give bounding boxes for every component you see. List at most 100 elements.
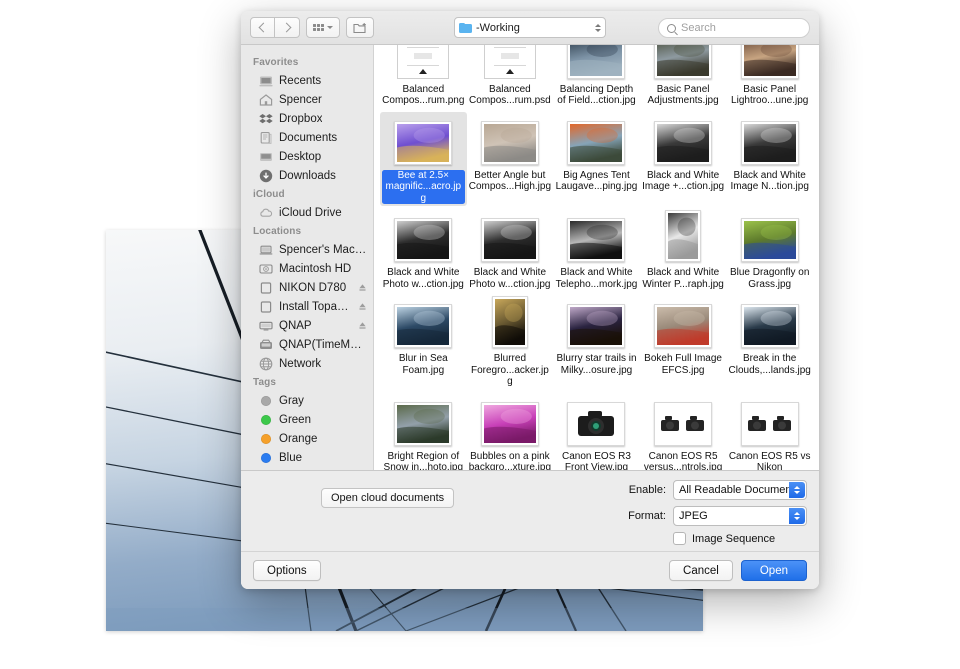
file-cell[interactable]: Black and White Telepho...mork.jpg xyxy=(553,209,640,292)
sidebar-item-label: Recents xyxy=(279,75,321,87)
enable-popup-button[interactable]: All Readable Documents xyxy=(673,480,807,500)
file-cell[interactable]: Black and White Image N...tion.jpg xyxy=(726,112,813,207)
file-cell[interactable]: Basic Panel Lightroo...une.jpg xyxy=(726,45,813,109)
file-cell[interactable]: Basic Panel Adjustments.jpg xyxy=(640,45,727,109)
file-name-label: Blurry star trails in Milky...osure.jpg xyxy=(555,353,638,376)
sidebar-item-gray[interactable]: Gray xyxy=(241,391,373,410)
file-name-label: Balancing Depth of Field...ction.jpg xyxy=(555,84,638,107)
file-cell[interactable]: Balanced Compos...rum.psd xyxy=(467,45,554,109)
photo-thumbnail-frame xyxy=(741,121,799,165)
sidebar-item-qnap-timemachine[interactable]: QNAP(TimeMachine) xyxy=(241,335,373,354)
sidebar-item-nikon-d780[interactable]: NIKON D780 xyxy=(241,278,373,297)
sidebar-item-spencer[interactable]: Spencer xyxy=(241,90,373,109)
sidebar-item-macintosh-hd[interactable]: Macintosh HD xyxy=(241,259,373,278)
sidebar-item-label: iCloud Drive xyxy=(279,207,342,219)
file-cell[interactable]: Bubbles on a pink backgro...xture.jpg xyxy=(467,393,554,471)
file-name-label: Better Angle but Compos...High.jpg xyxy=(469,170,552,193)
eject-icon[interactable] xyxy=(358,283,367,292)
sidebar-item-label: QNAP xyxy=(279,320,312,332)
file-cell[interactable]: Canon EOS R5 versus...ntrols.jpg xyxy=(640,393,727,471)
photo-thumbnail-frame xyxy=(654,45,712,79)
sidebar-item-orange[interactable]: Orange xyxy=(241,429,373,448)
chevron-down-icon xyxy=(327,26,333,29)
format-popup-button[interactable]: JPEG xyxy=(673,506,807,526)
sidebar-item-label: NIKON D780 xyxy=(279,282,346,294)
file-cell[interactable]: Black and White Photo w...ction.jpg xyxy=(467,209,554,292)
sidebar-item-dropbox[interactable]: Dropbox xyxy=(241,109,373,128)
photo-thumbnail-frame xyxy=(481,218,539,262)
cloud-icon xyxy=(259,206,273,220)
file-cell[interactable]: Blue Dragonfly on Grass.jpg xyxy=(726,209,813,292)
tag-dot-icon xyxy=(259,432,273,446)
document-thumbnail-icon xyxy=(484,45,536,79)
eject-icon[interactable] xyxy=(358,302,367,311)
file-name-label: Basic Panel Lightroo...une.jpg xyxy=(728,84,811,107)
tag-dot-icon xyxy=(261,434,271,444)
open-button[interactable]: Open xyxy=(741,560,807,581)
back-button[interactable] xyxy=(250,17,275,38)
sidebar-item-documents[interactable]: Documents xyxy=(241,128,373,147)
path-popup-button[interactable]: -Working xyxy=(454,17,606,38)
sidebar-item-label: Orange xyxy=(279,433,317,445)
file-cell[interactable]: Balanced Compos...rum.png xyxy=(380,45,467,109)
tag-dot-icon xyxy=(261,453,271,463)
file-name-label: Black and White Photo w...ction.jpg xyxy=(382,267,465,290)
photo-thumbnail-frame xyxy=(567,402,625,446)
file-thumbnail xyxy=(741,45,799,79)
file-thumbnail xyxy=(741,214,799,262)
eject-icon[interactable] xyxy=(358,321,367,330)
sidebar-item-label: Dropbox xyxy=(279,113,322,125)
format-options-group: Enable: All Readable Documents Format: J… xyxy=(620,480,807,545)
file-cell[interactable]: Black and White Winter P...raph.jpg xyxy=(640,209,727,292)
file-name-label: Canon EOS R3 Front View.jpg xyxy=(555,451,638,471)
file-cell[interactable]: Black and White Image +...ction.jpg xyxy=(640,112,727,207)
view-options-button[interactable] xyxy=(306,17,340,38)
file-cell[interactable]: Blurred Foregro...acker.jpg xyxy=(467,295,554,390)
photo-thumbnail-frame xyxy=(741,402,799,446)
image-sequence-row[interactable]: Image Sequence xyxy=(620,532,807,545)
options-button[interactable]: Options xyxy=(253,560,321,581)
file-cell[interactable]: Balancing Depth of Field...ction.jpg xyxy=(553,45,640,109)
file-thumbnail xyxy=(492,300,528,348)
enable-row: Enable: All Readable Documents xyxy=(620,480,807,500)
file-cell[interactable]: Big Agnes Tent Laugave...ping.jpg xyxy=(553,112,640,207)
sidebar-item-qnap[interactable]: QNAP xyxy=(241,316,373,335)
sidebar-item-recents[interactable]: Recents xyxy=(241,71,373,90)
tag-dot-icon xyxy=(259,413,273,427)
new-folder-button[interactable] xyxy=(346,17,374,38)
sidebar[interactable]: FavoritesRecentsSpencerDropboxDocumentsD… xyxy=(241,45,374,470)
file-cell[interactable]: Black and White Photo w...ction.jpg xyxy=(380,209,467,292)
sidebar-item-desktop[interactable]: Desktop xyxy=(241,147,373,166)
image-sequence-checkbox[interactable] xyxy=(673,532,686,545)
sidebar-item-green[interactable]: Green xyxy=(241,410,373,429)
sidebar-item-icloud-drive[interactable]: iCloud Drive xyxy=(241,203,373,222)
file-cell[interactable]: Blur in Sea Foam.jpg xyxy=(380,295,467,390)
image-sequence-label: Image Sequence xyxy=(692,533,775,545)
format-row: Format: JPEG xyxy=(620,506,807,526)
sidebar-item-network[interactable]: Network xyxy=(241,354,373,373)
forward-button[interactable] xyxy=(275,17,300,38)
file-cell-selected[interactable]: Bee at 2.5× magnific...acro.jpg xyxy=(380,112,467,207)
sidebar-item-blue[interactable]: Blue xyxy=(241,448,373,467)
file-cell[interactable]: Canon EOS R5 vs Nikon Z...ayout.jpg xyxy=(726,393,813,471)
sidebar-item-spencer-s-macbook-pro[interactable]: Spencer's MacBook Pro... xyxy=(241,240,373,259)
file-name-label: Bright Region of Snow in...hoto.jpg xyxy=(382,451,465,471)
navigation-segmented-control[interactable] xyxy=(250,17,300,38)
file-cell[interactable]: Canon EOS R3 Front View.jpg xyxy=(553,393,640,471)
sidebar-item-install-topaz-gigapixe[interactable]: Install Topaz Gigapixe... xyxy=(241,297,373,316)
file-cell[interactable]: Bright Region of Snow in...hoto.jpg xyxy=(380,393,467,471)
sidebar-item-downloads[interactable]: Downloads xyxy=(241,166,373,185)
file-cell[interactable]: Better Angle but Compos...High.jpg xyxy=(467,112,554,207)
cancel-button[interactable]: Cancel xyxy=(669,560,733,581)
file-icon-grid: Landsca...ens.jpgLandsca...yser.jpgtrans… xyxy=(374,45,819,470)
file-cell[interactable]: Blurry star trails in Milky...osure.jpg xyxy=(553,295,640,390)
enable-label: Enable: xyxy=(620,484,666,496)
search-field[interactable]: Search xyxy=(658,18,810,38)
file-cell[interactable]: Bokeh Full Image EFCS.jpg xyxy=(640,295,727,390)
file-name-label: Balanced Compos...rum.png xyxy=(382,84,465,107)
file-browser-pane[interactable]: Landsca...ens.jpgLandsca...yser.jpgtrans… xyxy=(374,45,819,470)
file-cell[interactable]: Break in the Clouds,...lands.jpg xyxy=(726,295,813,390)
file-name-label: Black and White Image +...ction.jpg xyxy=(642,170,725,193)
open-cloud-documents-button[interactable]: Open cloud documents xyxy=(321,488,454,508)
format-label: Format: xyxy=(620,510,666,522)
